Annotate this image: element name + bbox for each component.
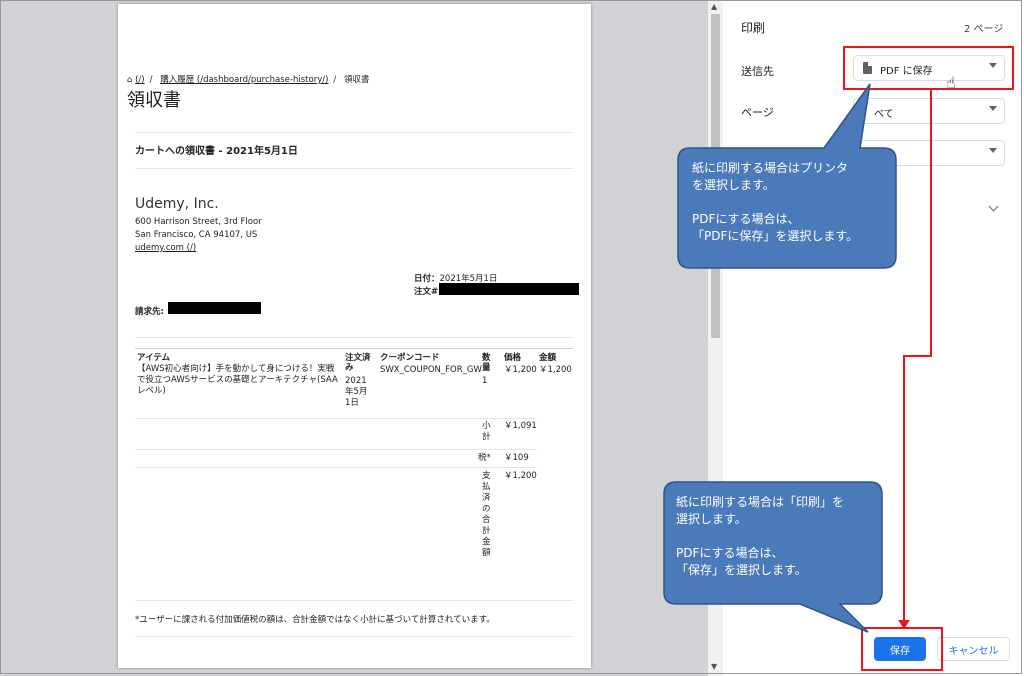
callout-line: 紙に印刷する場合はプリンタ xyxy=(692,161,849,175)
callout-shapes xyxy=(663,83,897,633)
callout-line: 「保存」を選択します。 xyxy=(676,563,807,577)
callout-line: 「PDFに保存」を選択します。 xyxy=(692,229,859,243)
callout-line: を選択します。 xyxy=(692,178,775,192)
top-callout-text: 紙に印刷する場合はプリンタ を選択します。 PDFにする場合は、 「PDFに保存… xyxy=(692,160,858,245)
callout-line: 紙に印刷する場合は「印刷」を xyxy=(676,495,845,509)
callout-line: PDFにする場合は、 xyxy=(692,212,800,226)
hand-cursor-icon: ☝ xyxy=(946,73,956,92)
bottom-callout-text: 紙に印刷する場合は「印刷」を 選択します。 PDFにする場合は、 「保存」を選択… xyxy=(676,494,844,579)
callout-line: PDFにする場合は、 xyxy=(676,546,784,560)
callout-line: 選択します。 xyxy=(676,512,747,526)
